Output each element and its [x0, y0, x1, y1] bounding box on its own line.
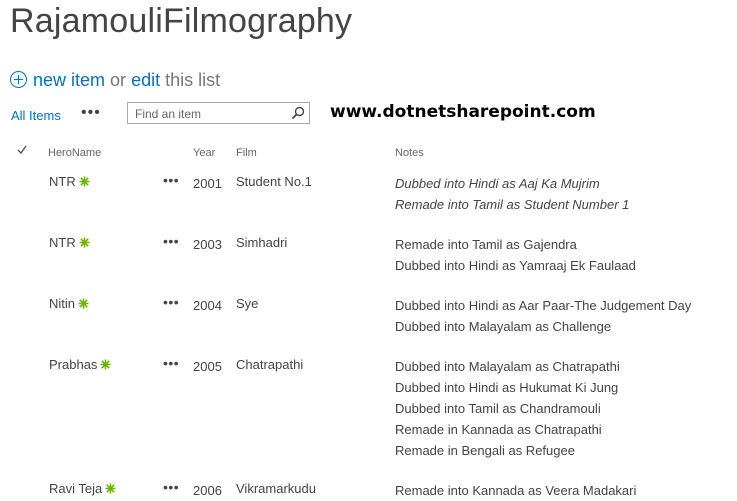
item-menu-button[interactable]: •••: [163, 355, 179, 371]
hero-name-cell[interactable]: Prabhas: [49, 357, 111, 372]
note-line: Dubbed into Hindi as Aar Paar-The Judgem…: [395, 298, 692, 313]
this-list-text: this list: [165, 70, 221, 90]
new-item-icon: [100, 358, 111, 370]
notes-cell: Dubbed into Hindi as Aar Paar-The Judgem…: [395, 295, 691, 337]
film-cell: Sye: [236, 296, 259, 311]
page-title: RajamouliFilmography: [10, 2, 353, 40]
note-line: Dubbed into Malayalam as Challenge: [395, 319, 612, 334]
film-cell: Chatrapathi: [236, 357, 304, 372]
year-cell: 2004: [193, 298, 222, 313]
hero-name[interactable]: NTR: [49, 174, 76, 189]
note-line: Remade into Tamil as Student Number 1: [395, 197, 630, 212]
watermark-text: www.dotnetsharepoint.com: [330, 102, 596, 122]
list-actions: new item or edit this list: [10, 70, 220, 91]
plus-circle-icon[interactable]: [10, 71, 27, 88]
column-header-film[interactable]: Film: [236, 147, 257, 159]
hero-name[interactable]: Prabhas: [49, 357, 97, 372]
hero-name[interactable]: Nitin: [49, 296, 75, 311]
year-cell: 2006: [193, 483, 222, 498]
column-header-year[interactable]: Year: [193, 147, 215, 159]
year-cell: 2003: [193, 237, 222, 252]
new-item-icon: [105, 482, 116, 494]
hero-name-cell[interactable]: NTR: [49, 174, 90, 189]
note-line: Dubbed into Tamil as Chandramouli: [395, 401, 601, 416]
column-header-notes[interactable]: Notes: [395, 147, 424, 159]
note-line: Dubbed into Malayalam as Chatrapathi: [395, 359, 620, 374]
item-menu-button[interactable]: •••: [163, 479, 179, 495]
notes-cell: Dubbed into Malayalam as Chatrapathi Dubb…: [395, 356, 620, 461]
note-line: Dubbed into Hindi as Hukumat Ki Jung: [395, 380, 619, 395]
search-box[interactable]: [127, 102, 310, 124]
film-cell: Simhadri: [236, 235, 288, 250]
search-input[interactable]: [133, 104, 287, 124]
item-menu-button[interactable]: •••: [163, 172, 179, 188]
notes-cell: Remade into Tamil as Gajendra Dubbed into…: [395, 234, 636, 276]
new-item-icon: [79, 175, 90, 187]
note-line: Remade into Kannada as Veera Madakari: [395, 483, 637, 498]
search-icon[interactable]: [291, 106, 305, 120]
note-line: Dubbed into Hindi as Yamraaj Ek Faulaad: [395, 258, 636, 273]
edit-link[interactable]: edit: [131, 70, 160, 90]
column-header-heroname[interactable]: HeroName: [48, 147, 101, 159]
note-line: Remade in Kannada as Chatrapathi: [395, 422, 602, 437]
hero-name-cell[interactable]: Ravi Teja: [49, 481, 116, 496]
note-line: Remade in Bengali as Refugee: [395, 443, 575, 458]
new-item-icon: [78, 297, 89, 309]
year-cell: 2001: [193, 176, 222, 191]
film-cell: Student No.1: [236, 174, 312, 189]
hero-name-cell[interactable]: NTR: [49, 235, 90, 250]
year-cell: 2005: [193, 359, 222, 374]
notes-cell: Dubbed into Hindi as Aaj Ka Mujrim Remade…: [395, 173, 629, 215]
film-cell: Vikramarkudu: [236, 481, 316, 496]
item-menu-button[interactable]: •••: [163, 233, 179, 249]
note-line: Remade into Tamil as Gajendra: [395, 237, 577, 252]
view-all-items[interactable]: All Items: [11, 108, 61, 123]
hero-name[interactable]: NTR: [49, 235, 76, 250]
checkmark-icon[interactable]: [17, 145, 27, 155]
hero-name-cell[interactable]: Nitin: [49, 296, 89, 311]
item-menu-button[interactable]: •••: [163, 294, 179, 310]
new-item-link[interactable]: new item: [33, 70, 105, 90]
new-item-icon: [79, 236, 90, 248]
hero-name[interactable]: Ravi Teja: [49, 481, 102, 496]
note-line: Dubbed into Hindi as Aaj Ka Mujrim: [395, 176, 600, 191]
view-more-button[interactable]: •••: [81, 104, 101, 122]
notes-cell: Remade into Kannada as Veera Madakari: [395, 480, 636, 501]
or-text: or: [110, 70, 127, 90]
